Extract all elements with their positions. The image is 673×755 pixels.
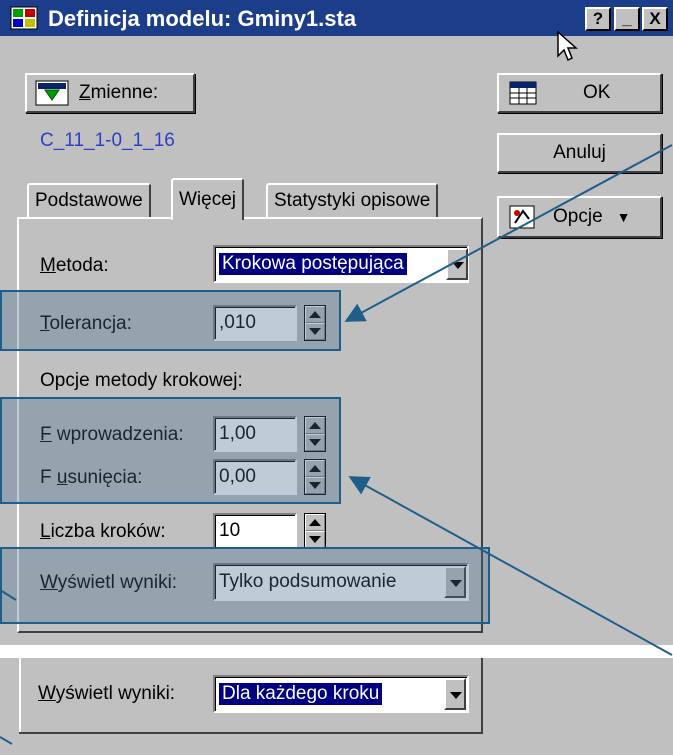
steps-label: iczba kroków: xyxy=(50,521,166,542)
alt-display-dropdown-button[interactable] xyxy=(444,678,466,710)
ok-label: OK xyxy=(583,82,611,103)
options-icon xyxy=(509,205,535,229)
method-dropdown-button[interactable] xyxy=(446,248,468,280)
panel-left-edge xyxy=(19,658,21,734)
alt-display-label-prefix: W xyxy=(38,683,56,704)
tab-basic[interactable]: Podstawowe xyxy=(27,183,151,217)
close-button[interactable]: X xyxy=(642,7,668,31)
alternate-display-panel: Wyświetl wyniki: Dla każdego kroku xyxy=(0,658,673,755)
minimize-button[interactable]: _ xyxy=(614,7,640,31)
panel-right-edge xyxy=(481,658,483,734)
tolerance-highlight xyxy=(0,290,341,351)
app-icon xyxy=(10,6,38,30)
method-label: etoda: xyxy=(55,255,109,276)
variables-icon xyxy=(35,80,69,106)
help-button[interactable]: ? xyxy=(585,7,611,31)
variables-label-prefix: Z xyxy=(79,82,91,103)
variables-button[interactable]: Zmienne: xyxy=(25,73,195,113)
alt-display-results-select[interactable]: Dla każdego kroku xyxy=(213,675,469,713)
steps-value: 10 xyxy=(219,520,241,541)
tab-descriptive-stats[interactable]: Statystyki opisowe xyxy=(266,183,439,217)
options-dropdown-icon: ▼ xyxy=(616,209,631,225)
display-results-highlight xyxy=(0,547,490,624)
cancel-button[interactable]: Anuluj xyxy=(497,133,662,173)
stepper-up-icon[interactable] xyxy=(305,514,325,531)
steps-input[interactable]: 10 xyxy=(213,513,297,549)
tab-more[interactable]: Więcej xyxy=(171,178,245,220)
variables-label: mienne: xyxy=(90,82,159,103)
method-select[interactable]: Krokowa postępująca xyxy=(213,245,469,283)
steps-stepper[interactable] xyxy=(304,513,326,549)
mouse-cursor-icon xyxy=(557,30,578,62)
method-label-prefix: M xyxy=(40,255,56,276)
cancel-label: Anuluj xyxy=(553,142,606,163)
chevron-down-icon xyxy=(450,692,462,699)
model-definition-dialog: Definicja modelu: Gminy1.sta ? _ X Zmien… xyxy=(0,0,673,645)
chevron-down-icon xyxy=(452,262,464,269)
window-title: Definicja modelu: Gminy1.sta xyxy=(48,6,357,31)
table-icon xyxy=(509,81,537,105)
f-values-highlight xyxy=(0,397,341,504)
options-button[interactable]: Opcje ▼ xyxy=(497,196,662,238)
ok-button[interactable]: OK xyxy=(497,73,662,113)
stepper-down-icon[interactable] xyxy=(305,531,325,548)
options-label: Opcje xyxy=(553,206,603,227)
alt-display-results-value: Dla każdego kroku xyxy=(219,683,383,705)
method-value: Krokowa postępująca xyxy=(219,253,407,275)
variables-value: C_11_1-0_1_16 xyxy=(40,130,175,151)
steps-label-prefix: L xyxy=(40,521,51,542)
stepwise-options-label: Opcje metody krokowej: xyxy=(40,370,243,391)
panel-bottom-edge xyxy=(19,732,483,734)
alt-display-label: yświetl wyniki: xyxy=(55,683,176,704)
